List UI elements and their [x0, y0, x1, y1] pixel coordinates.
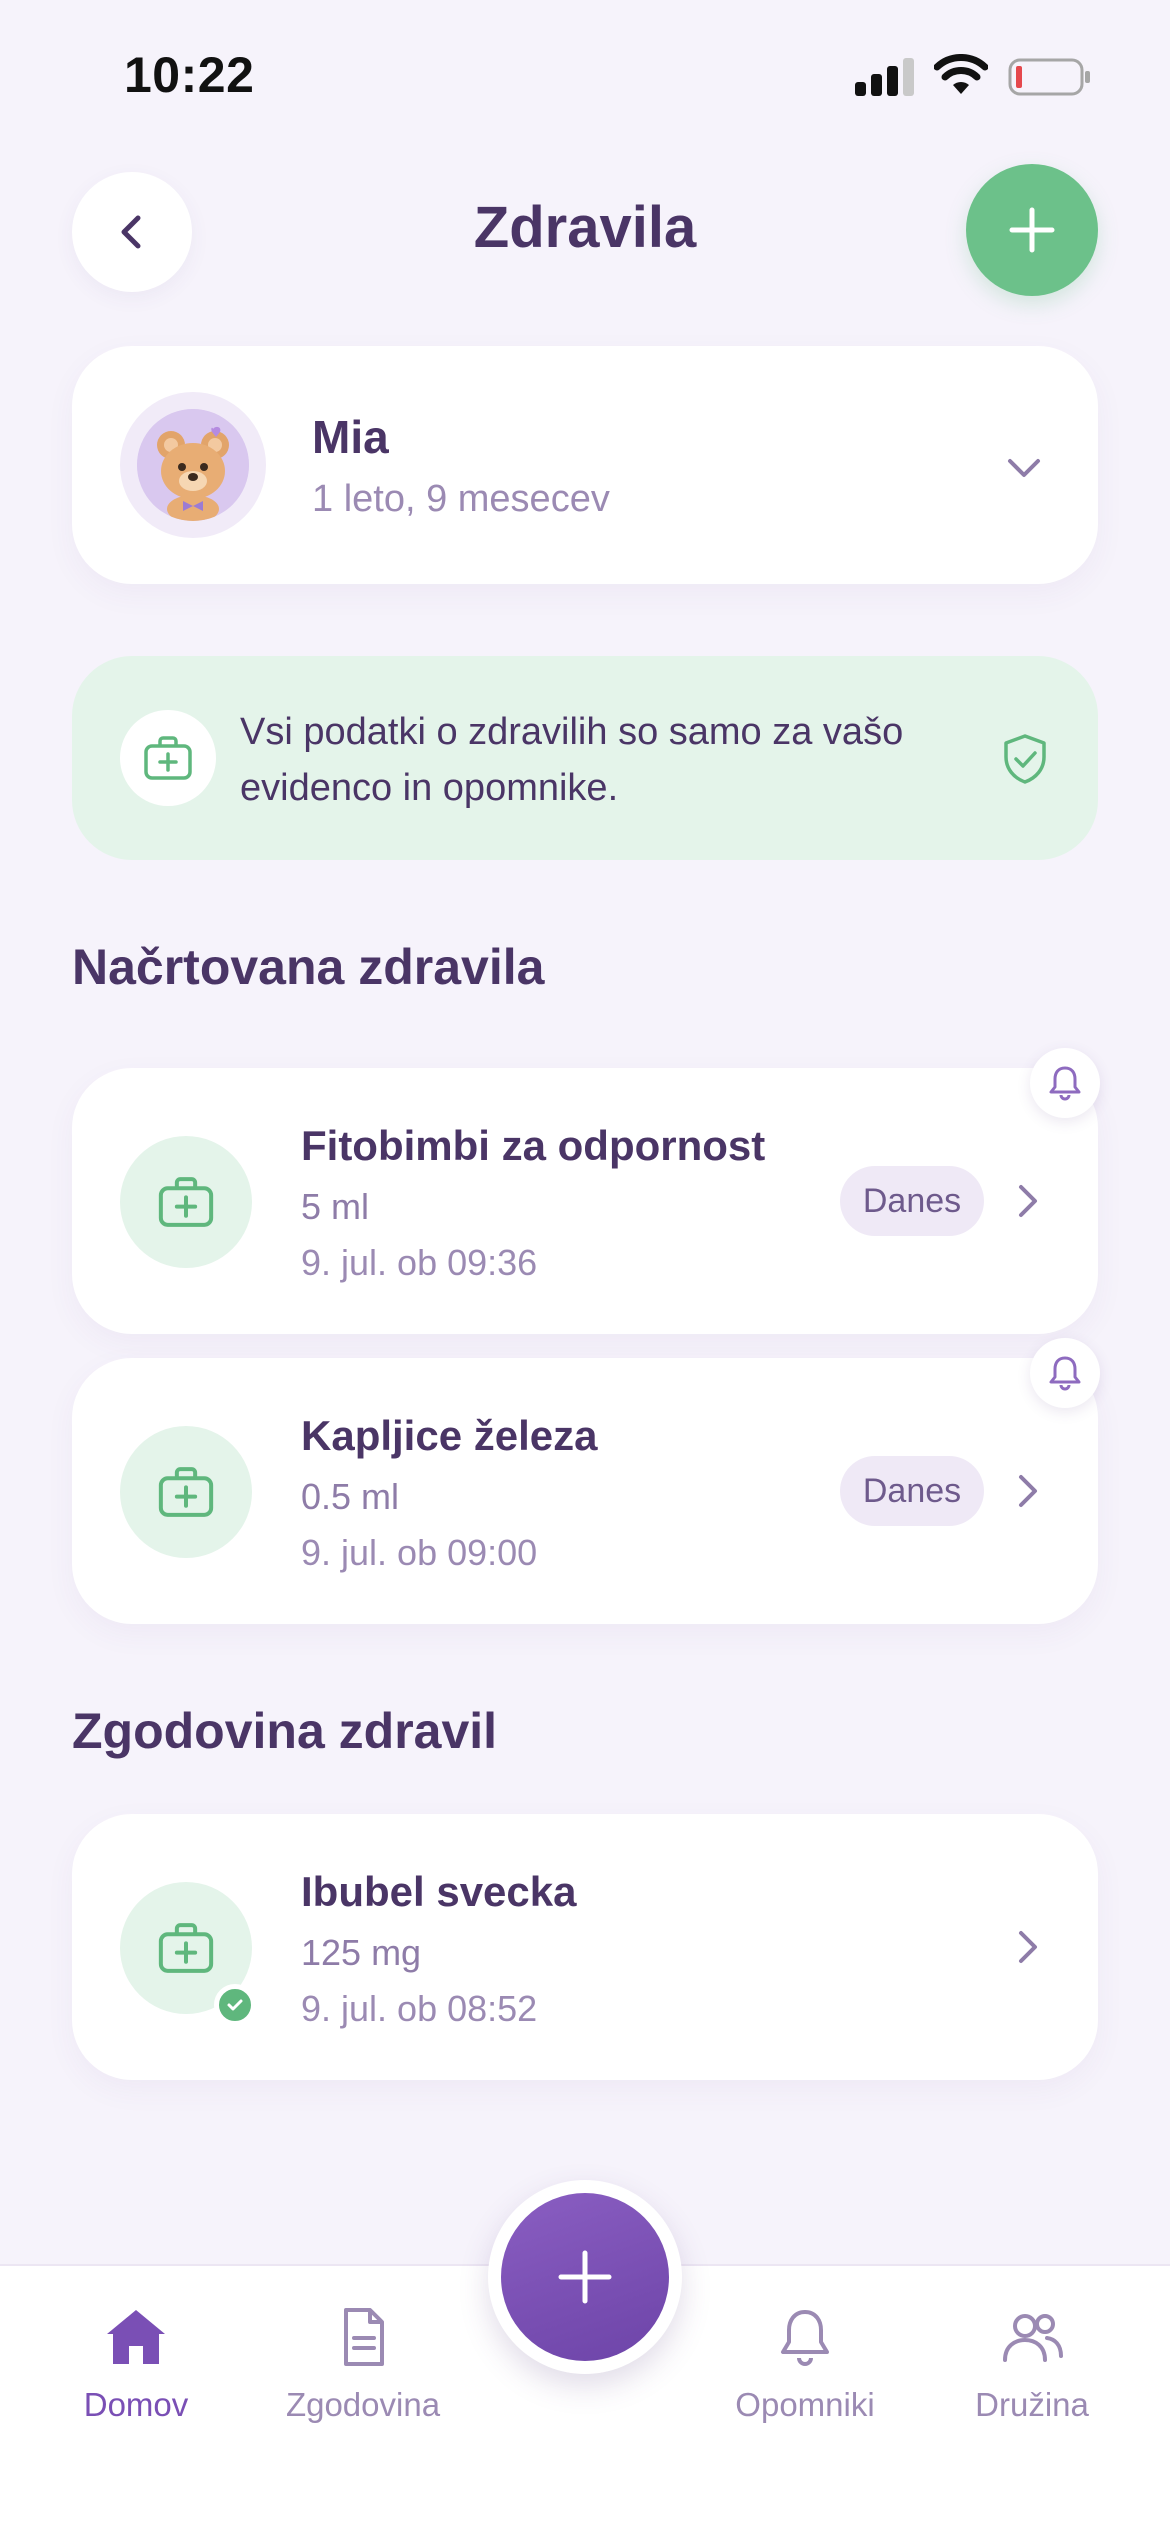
medicine-dose: 125 mg	[301, 1932, 422, 1973]
planned-medicine-card[interactable]: Fitobimbi za odpornost 5 ml 9. jul. ob 0…	[72, 1068, 1098, 1334]
nav-item-reminders[interactable]: Opomniki	[705, 2302, 905, 2424]
avatar	[120, 392, 266, 538]
medicine-dose: 0.5 ml	[301, 1476, 400, 1517]
nav-label-reminders: Opomniki	[735, 2386, 875, 2423]
cellular-signal-icon	[855, 58, 915, 96]
medicine-time: 9. jul. ob 09:36	[301, 1242, 538, 1283]
status-time: 10:22	[124, 47, 255, 103]
status-badge: Danes	[840, 1166, 984, 1236]
info-text: Vsi podatki o zdravilih so samo za vašo …	[240, 711, 904, 809]
nav-item-history[interactable]: Zgodovina	[263, 2302, 463, 2424]
wifi-icon	[934, 54, 988, 94]
medical-kit-icon	[158, 1177, 214, 1227]
chevron-right-icon	[1019, 1475, 1037, 1507]
bell-icon	[781, 2310, 829, 2366]
child-name: Mia	[312, 411, 389, 463]
reminder-bell-button[interactable]	[1030, 1048, 1100, 1118]
medical-kit-icon	[158, 1467, 214, 1517]
medicine-time: 9. jul. ob 08:52	[301, 1988, 538, 2029]
child-age: 1 leto, 9 mesecev	[312, 478, 610, 520]
bell-icon	[1049, 1356, 1081, 1391]
planned-section-title: Načrtovana zdravila	[72, 939, 545, 995]
nav-item-family[interactable]: Družina	[932, 2302, 1132, 2424]
nav-label-home: Domov	[83, 2386, 189, 2423]
planned-medicine-card[interactable]: Kapljice železa 0.5 ml 9. jul. ob 09:00 …	[72, 1358, 1098, 1624]
reminder-bell-button[interactable]	[1030, 1338, 1100, 1408]
medical-kit-icon	[144, 736, 192, 780]
home-icon	[107, 2310, 165, 2364]
medicine-dose: 5 ml	[301, 1186, 370, 1227]
floating-add-button[interactable]	[488, 2180, 682, 2374]
status-badge: Danes	[840, 1456, 984, 1526]
medical-kit-icon	[158, 1923, 214, 1973]
privacy-info-banner: Vsi podatki o zdravilih so samo za vašo …	[72, 656, 1098, 860]
nav-label-family: Družina	[975, 2386, 1089, 2423]
chevron-right-icon	[1019, 1931, 1037, 1963]
battery-icon	[1008, 58, 1090, 96]
nav-item-home[interactable]: Domov	[36, 2302, 236, 2424]
history-section-title: Zgodovina zdravil	[72, 1703, 498, 1759]
teddy-bear-avatar	[137, 409, 249, 521]
nav-label-history: Zgodovina	[285, 2386, 441, 2423]
plus-icon	[1009, 207, 1055, 253]
bell-icon	[1049, 1066, 1081, 1101]
chevron-down-icon	[1008, 459, 1040, 477]
child-selector[interactable]: Mia 1 leto, 9 mesecev	[72, 346, 1098, 584]
medicine-name: Fitobimbi za odpornost	[301, 1122, 766, 1169]
info-icon-container	[120, 710, 216, 806]
medicine-icon-container	[120, 1136, 252, 1268]
document-icon	[344, 2308, 384, 2366]
check-icon	[214, 1984, 256, 2026]
users-icon	[1003, 2314, 1063, 2362]
shield-check-icon	[1004, 734, 1046, 784]
medicine-name: Ibubel svecka	[301, 1868, 577, 1915]
fab-inner	[501, 2193, 669, 2361]
medicine-icon-container	[120, 1426, 252, 1558]
header: Zdravila	[0, 160, 1170, 300]
status-bar: 10:22	[0, 0, 1170, 150]
history-medicine-card[interactable]: Ibubel svecka 125 mg 9. jul. ob 08:52	[72, 1814, 1098, 2080]
chevron-right-icon	[1019, 1185, 1037, 1217]
plus-icon	[558, 2250, 612, 2304]
medicine-time: 9. jul. ob 09:00	[301, 1532, 538, 1573]
medicine-name: Kapljice železa	[301, 1412, 598, 1459]
add-medicine-button[interactable]	[966, 164, 1098, 296]
